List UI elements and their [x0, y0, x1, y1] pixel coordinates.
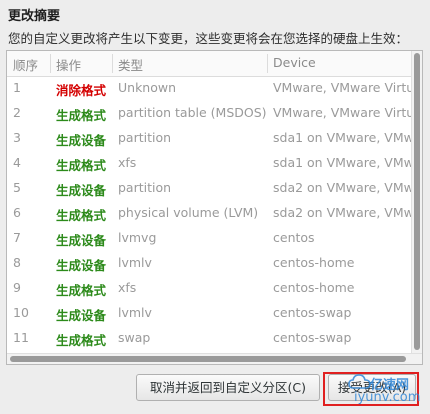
table-row[interactable]: 9 生成格式 xfs centos-home — [7, 276, 411, 301]
row-type: lvmlv — [118, 305, 152, 320]
column-separator — [112, 54, 113, 73]
row-action: 生成格式 — [56, 208, 107, 223]
row-type: xfs — [118, 280, 137, 295]
changes-table-viewport: 顺序 操作 类型 Device 1 消除格式 Unknown VMware, VMwa… — [7, 51, 411, 354]
table-row[interactable]: 10 生成设备 lvmlv centos-swap — [7, 301, 411, 326]
row-device: sda1 on VMware, VMw — [273, 130, 411, 145]
table-row[interactable]: 7 生成设备 lvmvg centos — [7, 226, 411, 251]
dialog-title: 更改摘要 — [8, 9, 61, 24]
row-device: centos-swap — [273, 330, 352, 345]
row-type: lvmlv — [118, 255, 152, 270]
horizontal-scrollbar-thumb[interactable] — [10, 356, 406, 362]
row-action: 生成设备 — [56, 308, 107, 323]
changes-table[interactable]: 顺序 操作 类型 Device 1 消除格式 Unknown VMware, VMwa… — [6, 50, 423, 365]
row-type: physical volume (LVM) — [118, 205, 259, 220]
row-device: VMware, VMware Virtu — [273, 105, 411, 120]
row-device: centos-home — [273, 280, 355, 295]
row-order: 6 — [13, 205, 21, 220]
row-type: partition — [118, 180, 172, 195]
row-device: centos-swap — [273, 305, 352, 320]
row-order: 8 — [13, 255, 21, 270]
row-action: 生成设备 — [56, 233, 107, 248]
row-order: 11 — [13, 330, 29, 345]
table-row[interactable]: 2 生成格式 partition table (MSDOS) VMware, VMwa… — [7, 101, 411, 126]
row-order: 1 — [13, 80, 21, 95]
column-header-type[interactable]: 类型 — [118, 55, 143, 74]
row-device: centos — [273, 230, 315, 245]
row-action: 消除格式 — [56, 83, 107, 98]
table-row[interactable]: 11 生成格式 swap centos-swap — [7, 326, 411, 351]
row-device: sda2 on VMware, VMw — [273, 205, 411, 220]
row-device: centos-home — [273, 255, 355, 270]
row-order: 7 — [13, 230, 21, 245]
row-action: 生成格式 — [56, 158, 107, 173]
vertical-scrollbar-thumb[interactable] — [414, 53, 420, 350]
column-header-action[interactable]: 操作 — [56, 55, 81, 74]
table-row[interactable]: 8 生成设备 lvmlv centos-home — [7, 251, 411, 276]
column-header-order[interactable]: 顺序 — [13, 55, 38, 74]
row-type: partition — [118, 130, 172, 145]
row-type: xfs — [118, 155, 137, 170]
column-header-separator — [267, 54, 268, 73]
row-type: Unknown — [118, 80, 177, 95]
row-action: 生成格式 — [56, 108, 107, 123]
row-order: 10 — [13, 305, 29, 320]
row-device: sda2 on VMware, VMw — [273, 180, 411, 195]
row-order: 4 — [13, 155, 21, 170]
table-row[interactable]: 6 生成格式 physical volume (LVM) sda2 on VMware… — [7, 201, 411, 226]
table-row[interactable]: 5 生成设备 partition sda2 on VMware, VMw — [7, 176, 411, 201]
row-order: 2 — [13, 105, 21, 120]
row-type: swap — [118, 330, 151, 345]
table-row[interactable]: 3 生成设备 partition sda1 on VMware, VMw — [7, 126, 411, 151]
row-device: VMware, VMware Virtu — [273, 80, 411, 95]
row-action: 生成格式 — [56, 333, 107, 348]
column-separator — [50, 54, 51, 73]
row-device: sda1 on VMware, VMw — [273, 155, 411, 170]
row-action: 生成设备 — [56, 258, 107, 273]
vertical-scrollbar[interactable] — [411, 51, 422, 354]
row-action: 生成设备 — [56, 133, 107, 148]
row-action: 生成格式 — [56, 283, 107, 298]
row-order: 9 — [13, 280, 21, 295]
row-type: partition table (MSDOS) — [118, 105, 267, 120]
row-type: lvmvg — [118, 230, 157, 245]
cancel-return-button[interactable]: 取消并返回到自定义分区(C) — [136, 374, 320, 401]
row-order: 3 — [13, 130, 21, 145]
table-row[interactable]: 1 消除格式 Unknown VMware, VMware Virtu — [7, 76, 411, 101]
column-header-device[interactable]: Device — [273, 55, 316, 70]
row-action: 生成设备 — [56, 183, 107, 198]
table-row[interactable]: 4 生成格式 xfs sda1 on VMware, VMw — [7, 151, 411, 176]
horizontal-scrollbar[interactable] — [7, 353, 422, 364]
table-header: 顺序 操作 类型 Device — [7, 51, 411, 77]
accept-changes-button[interactable]: 接受更改(A) — [328, 374, 416, 401]
row-order: 5 — [13, 180, 21, 195]
dialog-description: 您的自定义更改将产生以下变更，这些变更将会在您选择的硬盘上生效： — [8, 31, 409, 46]
